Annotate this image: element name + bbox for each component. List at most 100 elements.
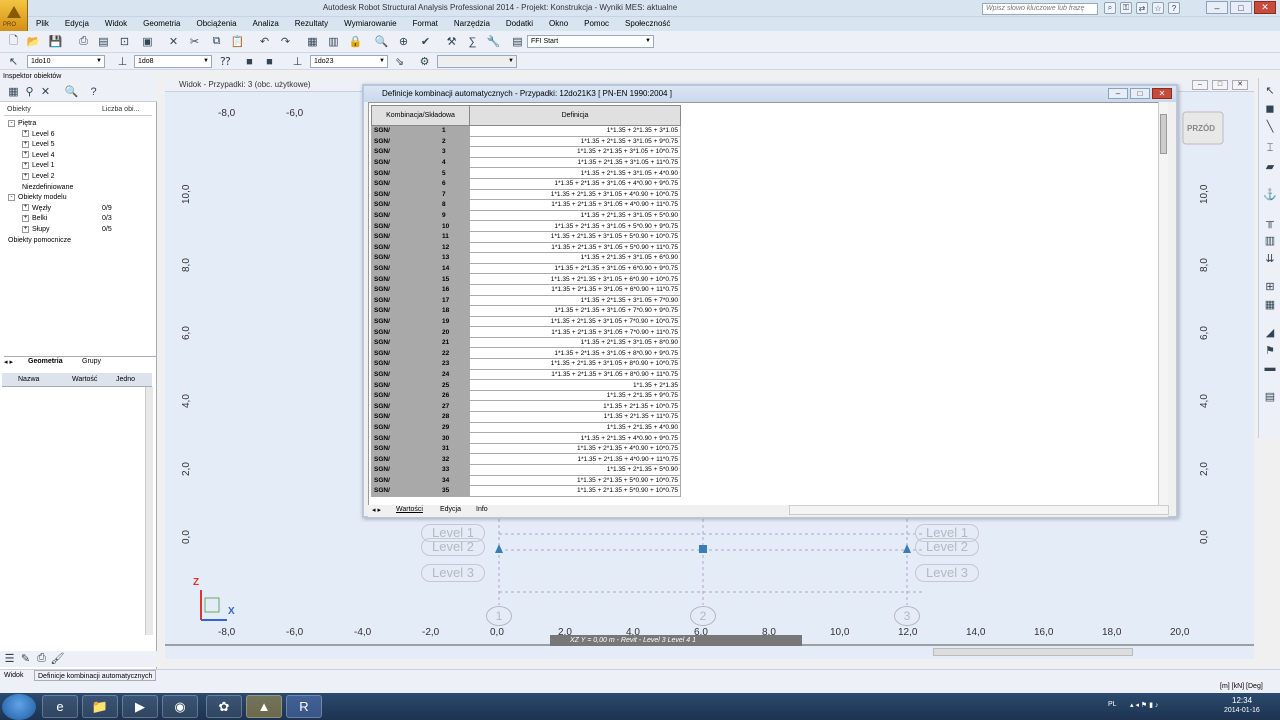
combo-type-cell[interactable]: SGN/ — [371, 230, 404, 243]
view-minimize-button[interactable]: – — [1192, 80, 1208, 90]
combo-type-cell[interactable]: SGN/ — [371, 368, 404, 381]
combo-type-cell[interactable]: SGN/ — [371, 464, 404, 476]
tab-wartosci[interactable]: Wartości — [396, 506, 423, 513]
menu-4[interactable]: Obciążenia — [189, 17, 245, 31]
start-button[interactable] — [2, 694, 36, 720]
tab-scroll-left[interactable]: ◂ ▸ — [4, 358, 13, 366]
combo-number-cell[interactable]: 24 — [403, 368, 470, 381]
table-row[interactable]: SGN/17 1*1.35 + 2*1.35 + 3*1.05 + 7*0.90 — [371, 294, 681, 307]
combo-type-cell[interactable]: SGN/ — [371, 262, 404, 275]
expander-icon[interactable]: + — [22, 151, 29, 159]
tree-item[interactable]: + Level 1 — [22, 161, 55, 171]
combo-type-cell[interactable]: SGN/ — [371, 283, 404, 296]
table-row[interactable]: SGN/33 1*1.35 + 2*1.35 + 5*0.90 — [371, 464, 681, 476]
combo-definition-cell[interactable]: 1*1.35 + 2*1.35 + 3*1.05 + 6*0.90 + 9*0.… — [469, 262, 681, 275]
paint-icon[interactable]: 🖌 — [50, 651, 65, 666]
combo-type-cell[interactable]: SGN/ — [371, 442, 404, 455]
print-preview-icon[interactable]: ▤ — [96, 34, 111, 49]
table-row[interactable]: SGN/8 1*1.35 + 2*1.35 + 3*1.05 + 4*0.90 +… — [371, 199, 681, 211]
combo-type-cell[interactable]: SGN/ — [371, 220, 404, 232]
grid-vscroll[interactable] — [1158, 102, 1168, 506]
col-definition[interactable]: Definicja — [469, 105, 681, 126]
combo-definition-cell[interactable]: 1*1.35 + 2*1.35 + 3*1.05 + 6*0.90 + 11*0… — [469, 283, 681, 296]
combo-number-cell[interactable]: 32 — [403, 453, 470, 465]
combo-definition-cell[interactable]: 1*1.35 + 2*1.35 + 3*1.05 + 4*0.90 — [469, 167, 681, 179]
edit-icon[interactable]: ✎ — [18, 651, 33, 666]
loads-icon[interactable]: ◢ — [1262, 324, 1278, 340]
help-icon[interactable]: ? — [1168, 2, 1180, 14]
combo-type-cell[interactable]: SGN/ — [371, 156, 404, 169]
tree-item[interactable]: + Słupy — [22, 225, 50, 235]
cases-icon[interactable]: ■ — [242, 54, 257, 69]
combo-number-cell[interactable]: 2 — [403, 135, 470, 148]
table-row[interactable]: SGN/3 1*1.35 + 2*1.35 + 3*1.05 + 10*0.75 — [371, 146, 681, 158]
col-combination[interactable]: Kombinacja/Składowa — [371, 105, 470, 126]
beam-icon[interactable]: ▬ — [1262, 360, 1278, 376]
tree-item[interactable]: + Węzły — [22, 204, 51, 214]
case-icon[interactable]: ⁇ — [218, 54, 233, 69]
combo-definition-cell[interactable]: 1*1.35 + 2*1.35 + 5*0.90 — [469, 464, 681, 476]
layout-icon[interactable]: ▤ — [510, 34, 525, 49]
combo-definition-cell[interactable]: 1*1.35 + 2*1.35 + 3*1.05 + 5*0.90 — [469, 209, 681, 222]
truss-icon[interactable]: ▥ — [1262, 232, 1278, 248]
combo-definition-cell[interactable]: 1*1.35 + 2*1.35 + 4*0.90 + 9*0.75 — [469, 432, 681, 444]
new-icon[interactable]: 🗋 — [6, 34, 21, 49]
combo-definition-cell[interactable]: 1*1.35 + 2*1.35 + 3*1.05 + 7*0.90 + 9*0.… — [469, 305, 681, 317]
expander-icon[interactable]: - — [8, 193, 15, 201]
settings-icon[interactable]: ✿ — [206, 695, 242, 718]
menu-12[interactable]: Pomoc — [576, 17, 617, 31]
combo-type-cell[interactable]: SGN/ — [371, 358, 404, 370]
table-row[interactable]: SGN/20 1*1.35 + 2*1.35 + 3*1.05 + 7*0.90 … — [371, 326, 681, 338]
menu-6[interactable]: Rezultaty — [287, 17, 336, 31]
combo-definition-cell[interactable]: 1*1.35 + 2*1.35 + 11*0.75 — [469, 411, 681, 423]
mode-icon[interactable]: ⚙ — [417, 54, 432, 69]
load-case-icon[interactable]: ⊥ — [290, 54, 305, 69]
tree-item[interactable]: Niezdefiniowane — [22, 183, 73, 193]
table-row[interactable]: SGN/1 1*1.35 + 2*1.35 + 3*1.05 — [371, 125, 681, 137]
combo-type-cell[interactable]: SGN/ — [371, 273, 404, 285]
selection-icon[interactable]: ↖ — [6, 54, 21, 69]
combo-definition-cell[interactable]: 1*1.35 + 2*1.35 + 3*1.05 + 10*0.75 — [469, 146, 681, 158]
combo-number-cell[interactable]: 16 — [403, 283, 470, 296]
combo-number-cell[interactable]: 7 — [403, 188, 470, 201]
combo-number-cell[interactable]: 13 — [403, 252, 470, 264]
language-indicator[interactable]: PL — [1108, 701, 1117, 708]
combo-definition-cell[interactable]: 1*1.35 + 2*1.35 + 3*1.05 — [469, 125, 681, 137]
support-icon[interactable]: ⚓ — [1262, 186, 1278, 202]
combo-type-cell[interactable]: SGN/ — [371, 135, 404, 148]
combo-number-cell[interactable]: 18 — [403, 305, 470, 317]
clock-date[interactable]: 2014-01-16 — [1224, 707, 1260, 714]
menu-8[interactable]: Format — [405, 17, 446, 31]
menu-0[interactable]: Plik — [28, 17, 57, 31]
table-row[interactable]: SGN/13 1*1.35 + 2*1.35 + 3*1.05 + 6*0.90 — [371, 252, 681, 264]
combo-number-cell[interactable]: 12 — [403, 241, 470, 254]
tree-item[interactable]: - Piętra — [8, 119, 36, 129]
tree-item[interactable]: Obiekty pomocnicze — [8, 236, 71, 246]
combo-definition-cell[interactable]: 1*1.35 + 2*1.35 + 3*1.05 + 8*0.90 + 9*0.… — [469, 347, 681, 360]
combo-definition-cell[interactable]: 1*1.35 + 2*1.35 + 3*1.05 + 7*0.90 + 10*0… — [469, 315, 681, 328]
cases2-icon[interactable]: ■ — [262, 54, 277, 69]
combo-type-cell[interactable]: SGN/ — [371, 188, 404, 201]
redo-icon[interactable]: ↷ — [278, 34, 293, 49]
table-row[interactable]: SGN/2 1*1.35 + 2*1.35 + 3*1.05 + 9*0.75 — [371, 135, 681, 148]
combo-definition-cell[interactable]: 1*1.35 + 2*1.35 + 3*1.05 + 9*0.75 — [469, 135, 681, 148]
menu-2[interactable]: Widok — [97, 17, 135, 31]
combo-type-cell[interactable]: SGN/ — [371, 379, 404, 391]
tree-item[interactable]: + Level 5 — [22, 140, 55, 150]
combo-definition-cell[interactable]: 1*1.35 + 2*1.35 + 3*1.05 + 7*0.90 — [469, 294, 681, 307]
table-row[interactable]: SGN/32 1*1.35 + 2*1.35 + 4*0.90 + 11*0.75 — [371, 453, 681, 465]
combo-type-cell[interactable]: SGN/ — [371, 326, 404, 338]
properties-scrollbar[interactable] — [145, 387, 153, 635]
combo-definition-cell[interactable]: 1*1.35 + 2*1.35 — [469, 379, 681, 391]
combo-number-cell[interactable]: 20 — [403, 326, 470, 338]
dialog-minimize-button[interactable]: – — [1108, 88, 1128, 99]
combo-type-cell[interactable]: SGN/ — [371, 347, 404, 360]
combo-type-cell[interactable]: SGN/ — [371, 421, 404, 434]
table-row[interactable]: SGN/28 1*1.35 + 2*1.35 + 11*0.75 — [371, 411, 681, 423]
combo-definition-cell[interactable]: 1*1.35 + 2*1.35 + 4*0.90 — [469, 421, 681, 434]
expander-icon[interactable]: + — [22, 130, 29, 138]
robot-icon[interactable]: ▲ — [246, 695, 282, 718]
expander-icon[interactable]: + — [22, 162, 29, 170]
help-icon[interactable]: ? — [86, 84, 101, 99]
combo-type-cell[interactable]: SGN/ — [371, 125, 404, 137]
